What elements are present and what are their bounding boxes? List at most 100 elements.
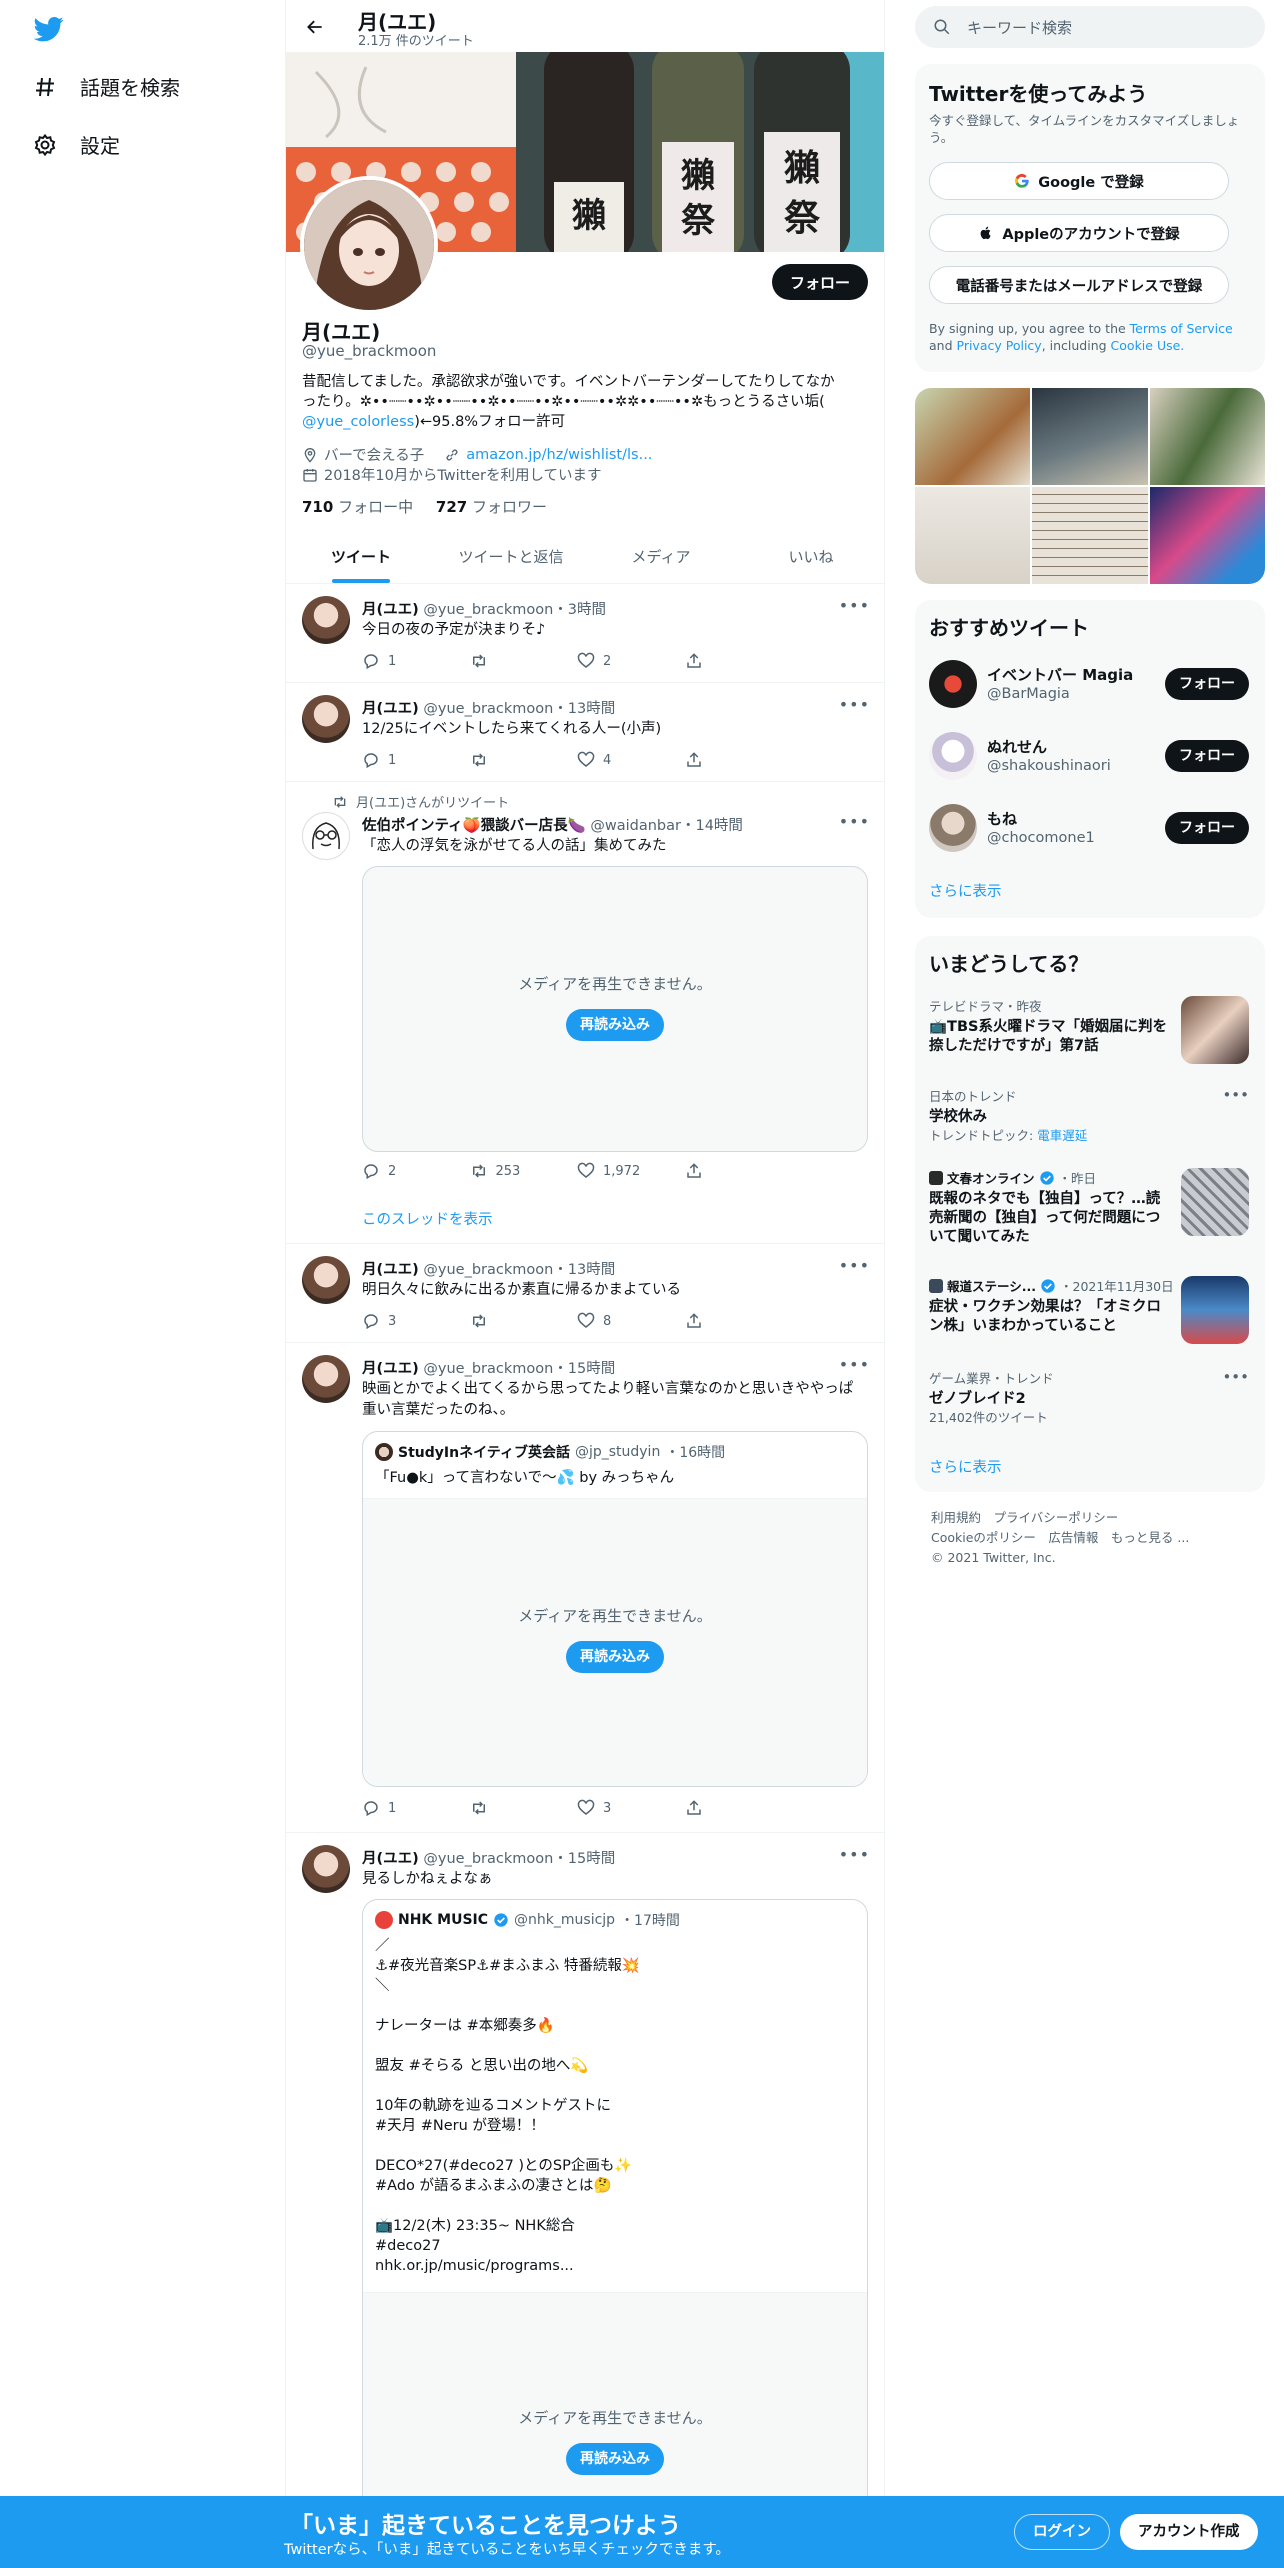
like-button[interactable]: 1,972 (577, 1162, 685, 1180)
recommended-follow-button[interactable]: フォロー (1165, 812, 1249, 844)
more-options-icon[interactable]: ••• (839, 1845, 870, 1864)
tweet-time[interactable]: ・14時間 (681, 818, 743, 834)
media-player[interactable]: メディアを再生できません。 再読み込み (362, 866, 868, 1152)
reload-button[interactable]: 再読み込み (566, 1009, 664, 1041)
reply-button[interactable]: 1 (362, 1799, 470, 1817)
bio-mention-link[interactable]: @yue_colorless (302, 414, 414, 430)
retweet-button[interactable] (470, 1799, 578, 1817)
tab-likes[interactable]: いいね (736, 530, 884, 583)
media-thumbnail[interactable] (1149, 487, 1265, 584)
tweet-item[interactable]: 月(ユエ) @yue_brackmoon・15時間 ••• 見るしかねぇよなぁ … (286, 1833, 884, 2568)
retweet-button[interactable] (470, 652, 578, 670)
apple-signup-button[interactable]: Appleのアカウントで登録 (929, 214, 1229, 252)
tweet-author-name[interactable]: 月(ユエ) (362, 1851, 419, 1867)
tweet-author-name[interactable]: 月(ユエ) (362, 602, 419, 618)
reply-button[interactable]: 1 (362, 751, 470, 769)
footer-cookie-ads[interactable]: Cookieのポリシー 広告情報 もっと見る ... (931, 1528, 1189, 1548)
twitter-logo-icon[interactable] (32, 14, 66, 44)
following-link[interactable]: 710 フォロー中 (302, 498, 413, 516)
cookie-use-link[interactable]: Cookie Use. (1111, 338, 1185, 353)
tweet-avatar[interactable] (302, 812, 350, 860)
reply-button[interactable]: 2 (362, 1162, 470, 1180)
media-thumbnail[interactable] (915, 487, 1031, 584)
quoted-tweet[interactable]: NHK MUSIC @nhk_musicjp ・17時間 ／ ⚓#夜光音楽SP⚓#… (362, 1899, 868, 2568)
like-button[interactable]: 4 (577, 751, 685, 769)
like-button[interactable]: 2 (577, 652, 685, 670)
tab-media[interactable]: メディア (586, 530, 736, 583)
tweet-avatar[interactable] (302, 1256, 350, 1304)
share-button[interactable] (685, 751, 793, 769)
trend-item[interactable]: テレビドラマ・昨夜 📺TBS系火曜ドラマ「婚姻届に判を捺しただけですが」第7話 (929, 996, 1249, 1076)
share-button[interactable] (685, 1162, 793, 1180)
tweet-time[interactable]: ・13時間 (553, 1262, 615, 1278)
reload-button[interactable]: 再読み込み (566, 2443, 664, 2475)
terms-of-service-link[interactable]: Terms of Service (1130, 321, 1233, 336)
share-button[interactable] (685, 652, 793, 670)
signup-button[interactable]: アカウント作成 (1120, 2514, 1258, 2550)
show-more-trends-link[interactable]: さらに表示 (929, 1456, 1002, 1477)
tweet-author-name[interactable]: 月(ユエ) (362, 701, 419, 717)
share-button[interactable] (685, 1312, 793, 1330)
retweet-button[interactable] (470, 751, 578, 769)
trend-topic-link[interactable]: 電車遅延 (1037, 1128, 1087, 1143)
share-button[interactable] (685, 1799, 793, 1817)
show-thread-link[interactable]: このスレッドを表示 (362, 1208, 493, 1229)
recommended-avatar[interactable] (929, 804, 977, 852)
tweet-time[interactable]: ・15時間 (553, 1361, 615, 1377)
trend-item[interactable]: 報道ステーシ... ・2021年11月30日 症状・ワクチン効果は？「オミクロン… (929, 1276, 1249, 1356)
tweet-author-name[interactable]: 月(ユエ) (362, 1361, 419, 1377)
recommended-avatar[interactable] (929, 732, 977, 780)
more-options-icon[interactable]: ••• (839, 1256, 870, 1275)
like-button[interactable]: 3 (577, 1799, 685, 1817)
phone-email-signup-button[interactable]: 電話番号またはメールアドレスで登録 (929, 266, 1229, 304)
nav-settings[interactable]: 設定 (32, 130, 120, 159)
tweet-item[interactable]: 月(ユエ) @yue_brackmoon・3時間 ••• 今日の夜の予定が決まり… (286, 584, 884, 683)
tweet-time[interactable]: ・15時間 (553, 1851, 615, 1867)
followers-link[interactable]: 727 フォロワー (436, 498, 547, 516)
footer-terms-privacy[interactable]: 利用規約 プライバシーポリシー (931, 1508, 1189, 1528)
tweet-avatar[interactable] (302, 1355, 350, 1403)
media-thumbnail[interactable] (1149, 388, 1265, 485)
reply-button[interactable]: 1 (362, 652, 470, 670)
retweeted-by-label[interactable]: 月(ユエ)さんがリツイート (356, 792, 509, 811)
like-button[interactable]: 8 (577, 1312, 685, 1330)
back-button[interactable] (298, 10, 332, 44)
media-thumbnail[interactable] (1032, 487, 1148, 584)
tweet-avatar[interactable] (302, 695, 350, 743)
quoted-tweet[interactable]: StudyInネイティブ英会話 @jp_studyin ・16時間 「Fu●k」っ… (362, 1431, 868, 1787)
search-input[interactable]: キーワード検索 (915, 6, 1265, 48)
tweet-item[interactable]: 月(ユエ) @yue_brackmoon・13時間 ••• 12/25にイベント… (286, 683, 884, 782)
tweet-avatar[interactable] (302, 1845, 350, 1893)
trend-item[interactable]: 文春オンライン ・昨日 既報のネタでも【独自】って？…読売新聞の【独自】って何だ… (929, 1168, 1249, 1264)
google-signup-button[interactable]: Google で登録 (929, 162, 1229, 200)
tweet-item[interactable]: 月(ユエ) @yue_brackmoon・15時間 ••• 映画とかでよく出てく… (286, 1343, 884, 1833)
privacy-policy-link[interactable]: Privacy Policy (957, 338, 1042, 353)
quoted-media-player[interactable]: メディアを再生できません。 再読み込み (363, 1498, 867, 1786)
recommended-follow-button[interactable]: フォロー (1165, 740, 1249, 772)
profile-avatar[interactable] (300, 176, 438, 314)
recommended-avatar[interactable] (929, 660, 977, 708)
reload-button[interactable]: 再読み込み (566, 1641, 664, 1673)
recommended-user[interactable]: イベントバー Magia @BarMagia フォロー (929, 656, 1249, 712)
tweet-item[interactable]: 月(ユエ)さんがリツイート 佐伯ポインティ🍑猥談バー店長🍆 @waidanbar… (286, 782, 884, 1244)
nav-explore[interactable]: 話題を検索 (32, 72, 180, 101)
trend-more-icon[interactable]: ••• (1222, 1368, 1249, 1386)
show-more-recommended-link[interactable]: さらに表示 (929, 880, 1002, 901)
reply-button[interactable]: 3 (362, 1312, 470, 1330)
tweet-time[interactable]: ・13時間 (553, 701, 615, 717)
recommended-user[interactable]: もね @chocomone1 フォロー (929, 800, 1249, 856)
trend-item[interactable]: ゲーム業界・トレンド ゼノブレイド2 21,402件のツイート ••• (929, 1368, 1249, 1432)
recommended-name[interactable]: もね (987, 808, 1017, 829)
tweet-author-name[interactable]: 佐伯ポインティ🍑猥談バー店長🍆 (362, 818, 586, 834)
tweet-avatar[interactable] (302, 596, 350, 644)
retweet-button[interactable] (470, 1312, 578, 1330)
recommended-name[interactable]: イベントバー Magia (987, 664, 1133, 685)
media-thumbnail[interactable] (1032, 388, 1148, 485)
tweet-time[interactable]: ・3時間 (553, 602, 606, 618)
more-options-icon[interactable]: ••• (839, 1355, 870, 1374)
tweet-author-name[interactable]: 月(ユエ) (362, 1262, 419, 1278)
more-options-icon[interactable]: ••• (839, 695, 870, 714)
recommended-name[interactable]: ぬれせん (987, 736, 1047, 757)
tab-tweets[interactable]: ツイート (286, 530, 436, 583)
more-options-icon[interactable]: ••• (839, 812, 870, 831)
